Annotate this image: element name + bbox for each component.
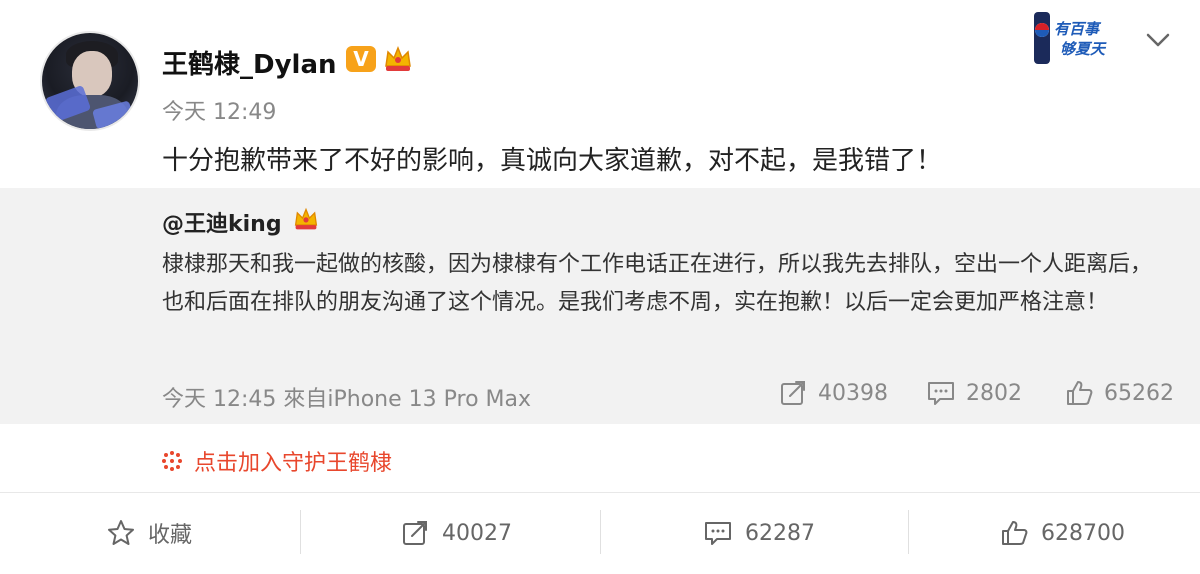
comment-icon [928,382,954,405]
comment-button[interactable]: 62287 [703,515,815,551]
retweet-comment-button[interactable]: 2802 [926,378,1022,408]
retweet-repost-button[interactable]: 40398 [778,378,888,408]
favorite-label: 收藏 [148,523,193,548]
retweet-meta: 今天 12:45 來自iPhone 13 Pro Max [162,387,532,412]
post-time[interactable]: 今天 12:49 [162,94,276,126]
thumbs-up-icon [1067,381,1093,405]
comment-icon [705,522,731,545]
action-separator [600,510,601,554]
join-guard-link[interactable]: 点击加入守护王鹤棣 [160,445,392,477]
retweet-like-button[interactable]: 65262 [1064,378,1174,408]
star-icon [108,520,134,545]
repost-button[interactable]: 40027 [400,515,512,551]
action-bar-divider [0,492,1200,493]
crown-badge-icon [385,45,411,71]
action-separator [908,510,909,554]
retweet-like-count: 65262 [1104,380,1174,406]
pepsi-ad-icon[interactable]: 有百事 够夏天 [1030,6,1122,68]
share-icon [781,381,805,405]
action-separator [300,510,301,554]
share-icon [403,521,427,545]
retweet-comment-count: 2802 [966,380,1022,406]
thumbs-up-icon [1002,521,1028,545]
join-guard-label: 点击加入守护王鹤棣 [194,451,393,476]
avatar[interactable] [40,31,140,131]
like-button[interactable]: 628700 [999,515,1125,551]
sparkle-icon [162,451,182,471]
repost-count: 40027 [442,520,512,546]
retweet-text: 棣棣那天和我一起做的核酸，因为棣棣有个工作电话正在进行，所以我先去排队，空出一个… [162,252,1153,315]
svg-text:够夏天: 够夏天 [1060,40,1107,58]
retweet-repost-count: 40398 [818,380,888,406]
post-text: 十分抱歉带来了不好的影响，真诚向大家道歉，对不起，是我错了！ [162,146,943,176]
svg-text:有百事: 有百事 [1054,20,1102,38]
verified-badge: V [346,46,376,72]
crown-badge-icon [294,207,318,230]
favorite-button[interactable]: 收藏 [106,515,192,551]
comment-count: 62287 [745,520,815,546]
like-count: 628700 [1041,520,1125,546]
username[interactable]: 王鹤棣_Dylan [162,44,337,81]
retweet-username[interactable]: @王迪king [162,206,282,238]
chevron-down-icon[interactable] [1144,30,1172,50]
